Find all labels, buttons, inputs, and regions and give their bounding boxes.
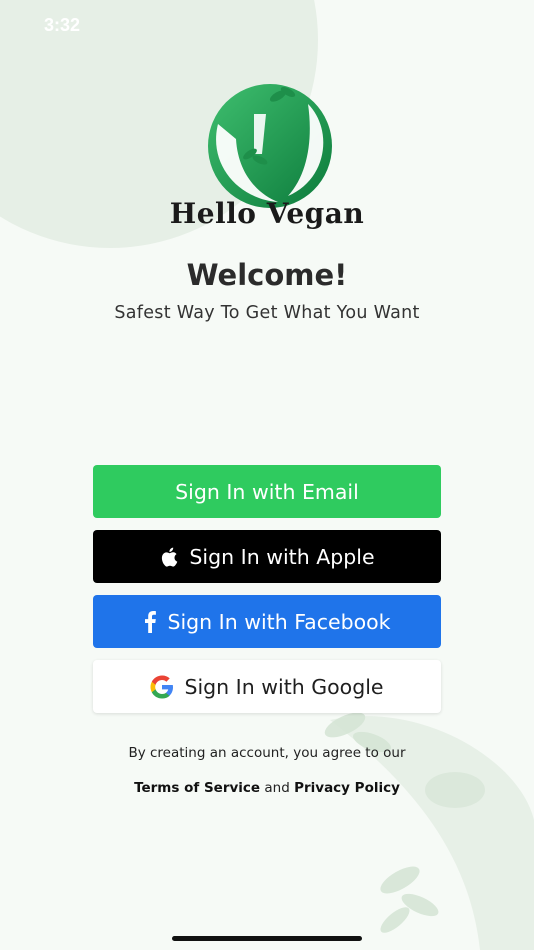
sign-in-apple-label: Sign In with Apple [189, 544, 375, 569]
terms-of-service-link[interactable]: Terms of Service [134, 780, 260, 796]
privacy-policy-link[interactable]: Privacy Policy [294, 780, 400, 796]
status-bar: 3:32 [0, 0, 534, 52]
sign-in-email-button[interactable]: Sign In with Email [93, 465, 441, 518]
apple-icon [159, 546, 179, 568]
welcome-title: Welcome! [186, 258, 348, 292]
google-icon [150, 675, 174, 699]
sign-in-apple-button[interactable]: Sign In with Apple [93, 530, 441, 583]
sign-in-facebook-label: Sign In with Facebook [167, 609, 391, 634]
sign-in-facebook-button[interactable]: Sign In with Facebook [93, 595, 441, 648]
status-time: 3:32 [44, 15, 81, 35]
home-indicator [172, 936, 362, 941]
welcome-subtitle: Safest Way To Get What You Want [114, 303, 420, 323]
legal-text: By creating an account, you agree to our [128, 745, 406, 761]
legal-and: and [264, 780, 290, 796]
sign-in-google-label: Sign In with Google [184, 674, 384, 699]
legal-links: Terms of Service and Privacy Policy [0, 780, 534, 796]
brand-name: Hello Vegan [169, 197, 365, 230]
facebook-icon [143, 610, 157, 633]
sign-in-email-label: Sign In with Email [175, 479, 359, 504]
sign-in-google-button[interactable]: Sign In with Google [93, 660, 441, 713]
